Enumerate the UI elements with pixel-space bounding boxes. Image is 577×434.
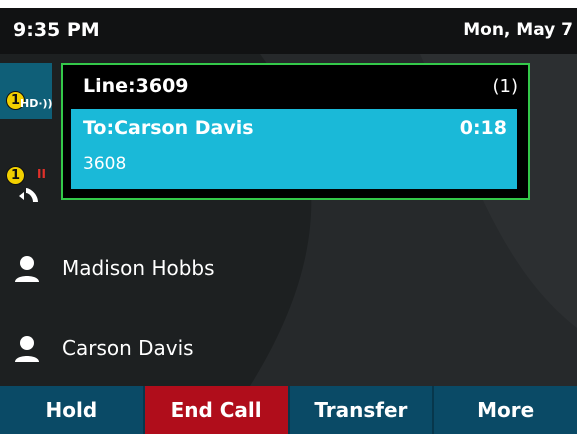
hd-voice-icon: HD·)): [20, 97, 53, 110]
call-duration: 0:18: [459, 117, 507, 139]
held-call-icon: [19, 188, 38, 202]
active-call-row[interactable]: To:Carson Davis 0:18 3608: [71, 109, 517, 189]
call-window[interactable]: Line:3609 (1) To:Carson Davis 0:18 3608: [61, 63, 530, 200]
phone-screen: 9:35 PM Mon, May 7 1 HD·)) 1 II Line:360…: [0, 8, 577, 434]
call-recipient: To:Carson Davis: [83, 117, 254, 139]
contact-item[interactable]: Madison Hobbs: [0, 248, 400, 288]
line-key-2-badge: 1: [6, 166, 25, 185]
hold-indicator-icon: II: [37, 167, 46, 181]
contact-person-icon: [15, 256, 39, 282]
contact-name: Carson Davis: [62, 336, 194, 360]
contact-person-icon: [15, 336, 39, 362]
line-key-2[interactable]: 1 II: [0, 160, 52, 216]
line-key-1[interactable]: 1 HD·)): [0, 63, 53, 119]
call-number: 3608: [83, 154, 127, 174]
status-bar: 9:35 PM Mon, May 7: [0, 8, 577, 54]
hd-label: HD: [20, 97, 39, 110]
contact-name: Madison Hobbs: [62, 256, 215, 280]
hold-button[interactable]: Hold: [0, 386, 145, 434]
line-title: Line:3609: [83, 75, 189, 97]
end-call-button[interactable]: End Call: [144, 386, 290, 434]
current-date: Mon, May 7: [463, 20, 573, 40]
line-call-count: (1): [492, 76, 519, 97]
more-button[interactable]: More: [434, 386, 577, 434]
softkey-bar: Hold End Call Transfer More: [0, 386, 577, 434]
caption-strip: [0, 0, 577, 8]
contact-item[interactable]: Carson Davis: [0, 328, 400, 368]
transfer-button[interactable]: Transfer: [290, 386, 435, 434]
clock-time: 9:35 PM: [13, 19, 100, 41]
